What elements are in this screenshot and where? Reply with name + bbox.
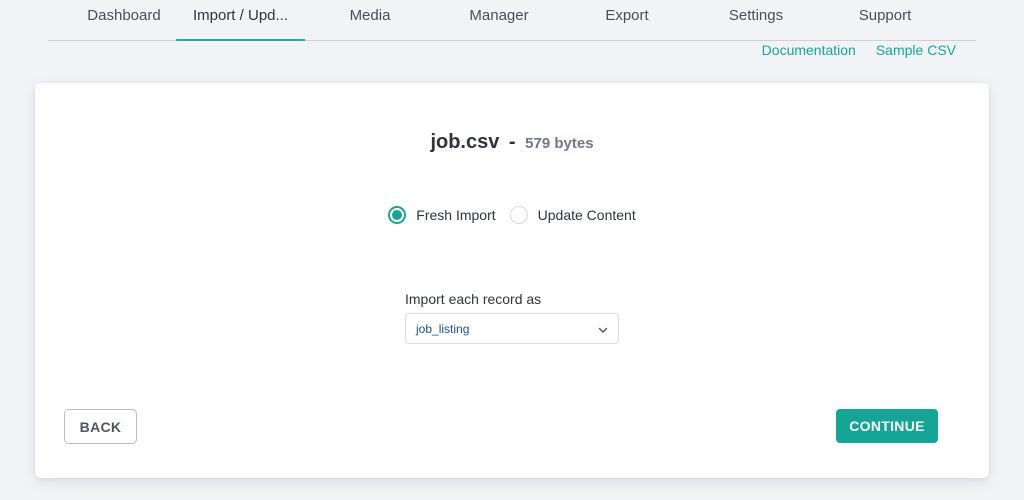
sample-csv-link[interactable]: Sample CSV bbox=[876, 42, 956, 58]
file-name: job.csv bbox=[430, 131, 500, 153]
import-mode-group: Fresh Import Update Content bbox=[35, 206, 989, 224]
record-type-field: Import each record as job_listing bbox=[405, 291, 619, 344]
documentation-link[interactable]: Documentation bbox=[762, 42, 856, 58]
tab-import-update[interactable]: Import / Upd... bbox=[176, 0, 305, 41]
tab-support[interactable]: Support bbox=[833, 0, 937, 40]
file-size: 579 bytes bbox=[525, 135, 594, 152]
update-content-option[interactable]: Update Content bbox=[509, 206, 636, 224]
top-navigation: Dashboard Import / Upd... Media Manager … bbox=[48, 0, 976, 41]
title-separator: - bbox=[508, 131, 516, 153]
import-card: job.csv - 579 bytes Fresh Import Update … bbox=[35, 83, 989, 478]
record-type-select[interactable]: job_listing bbox=[405, 313, 619, 344]
tab-dashboard[interactable]: Dashboard bbox=[66, 0, 182, 40]
help-links: Documentation Sample CSV bbox=[762, 42, 956, 58]
fresh-import-label: Fresh Import bbox=[416, 207, 496, 223]
tab-settings[interactable]: Settings bbox=[704, 0, 808, 40]
tab-manager[interactable]: Manager bbox=[447, 0, 551, 40]
back-button[interactable]: BACK bbox=[64, 409, 137, 444]
fresh-import-radio[interactable] bbox=[388, 206, 407, 224]
tab-export[interactable]: Export bbox=[575, 0, 679, 40]
update-content-radio[interactable] bbox=[509, 206, 528, 224]
fresh-import-option[interactable]: Fresh Import bbox=[388, 206, 496, 224]
tab-media[interactable]: Media bbox=[318, 0, 422, 40]
continue-button[interactable]: CONTINUE bbox=[836, 409, 938, 443]
update-content-label: Update Content bbox=[537, 207, 636, 223]
record-type-label: Import each record as bbox=[405, 291, 542, 307]
chevron-down-icon bbox=[598, 324, 608, 334]
file-title: job.csv - 579 bytes bbox=[35, 131, 989, 154]
record-type-value: job_listing bbox=[416, 321, 470, 336]
